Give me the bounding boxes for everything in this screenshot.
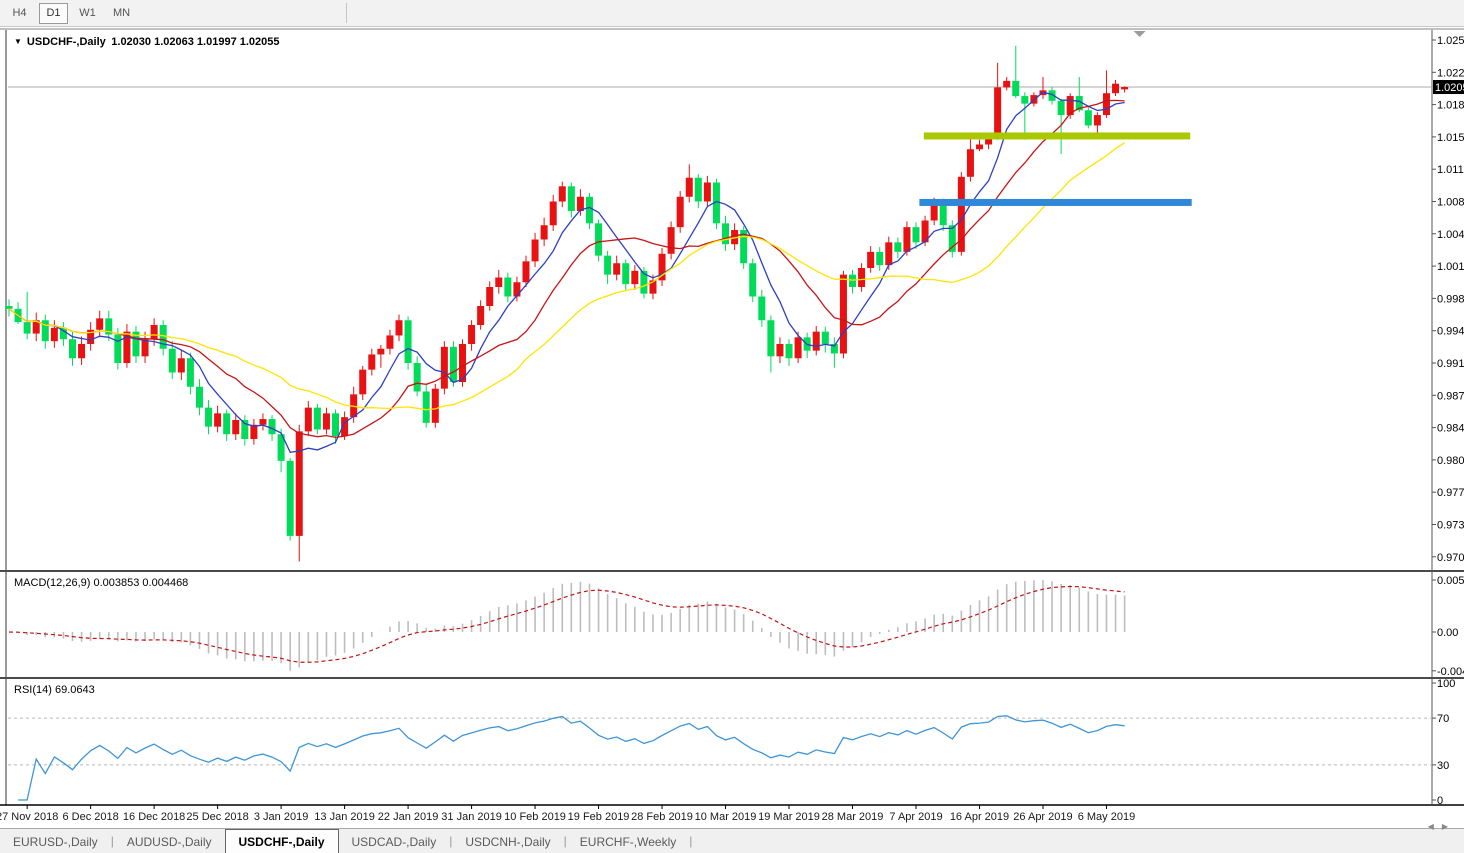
svg-text:1.00490: 1.00490: [1437, 229, 1464, 241]
tab-scroll-right-icon[interactable]: ▶: [1442, 822, 1456, 831]
tab-eurchf-weekly[interactable]: EURCHF-,Weekly: [567, 831, 689, 853]
svg-text:1.01180: 1.01180: [1437, 164, 1464, 176]
svg-text:31 Jan 2019: 31 Jan 2019: [441, 811, 502, 823]
tab-audusd-daily[interactable]: AUDUSD-,Daily: [114, 831, 225, 853]
svg-text:6 Dec 2018: 6 Dec 2018: [62, 811, 118, 823]
svg-text:19 Mar 2019: 19 Mar 2019: [758, 811, 820, 823]
tab-eurusd-daily[interactable]: EURUSD-,Daily: [0, 831, 111, 853]
svg-text:1.02550: 1.02550: [1437, 35, 1464, 47]
quote-low: 1.01997: [196, 36, 237, 48]
svg-text:10 Mar 2019: 10 Mar 2019: [695, 811, 757, 823]
svg-text:13 Jan 2019: 13 Jan 2019: [314, 811, 375, 823]
chart-shift-marker-icon[interactable]: [1133, 31, 1146, 37]
svg-text:-0.004243: -0.004243: [1437, 666, 1464, 678]
tab-usdcad-daily[interactable]: USDCAD-,Daily: [339, 831, 450, 853]
svg-text:100: 100: [1437, 678, 1455, 690]
svg-text:16 Apr 2019: 16 Apr 2019: [950, 811, 1009, 823]
tab-separator: |: [689, 834, 693, 848]
tab-usdcnh-daily[interactable]: USDCNH-,Daily: [452, 831, 563, 853]
mt4-terminal-window: { "toolbar": { "timeframes": [ {"label":…: [0, 0, 1464, 853]
rsi-value: 69.0643: [54, 684, 95, 696]
svg-text:25 Dec 2018: 25 Dec 2018: [186, 811, 248, 823]
svg-text:7 Apr 2019: 7 Apr 2019: [889, 811, 942, 823]
quote-close: 1.02055: [239, 36, 280, 48]
chart-area[interactable]: 1.02550 1.02210 1.01860 1.01520 1.01180 1.008…: [0, 0, 1464, 828]
rsi-indicator-header: RSI(14) 69.0643: [14, 684, 95, 696]
quote-open: 1.02030: [111, 36, 152, 48]
svg-text:16 Dec 2018: 16 Dec 2018: [123, 811, 185, 823]
svg-text:22 Jan 2019: 22 Jan 2019: [378, 811, 439, 823]
svg-text:10 Feb 2019: 10 Feb 2019: [504, 811, 566, 823]
svg-text:0: 0: [1437, 795, 1443, 807]
svg-text:0.97050: 0.97050: [1437, 552, 1464, 564]
svg-text:0.97730: 0.97730: [1437, 487, 1464, 499]
svg-text:0.99110: 0.99110: [1437, 358, 1464, 370]
svg-text:0.99800: 0.99800: [1437, 293, 1464, 305]
svg-text:28 Feb 2019: 28 Feb 2019: [631, 811, 693, 823]
svg-text:0.98420: 0.98420: [1437, 423, 1464, 435]
svg-text:0.98080: 0.98080: [1437, 455, 1464, 467]
svg-text:70: 70: [1437, 713, 1449, 725]
svg-text:0.98770: 0.98770: [1437, 390, 1464, 402]
svg-text:3 Jan 2019: 3 Jan 2019: [254, 811, 308, 823]
symbol-tab-bar: EURUSD-,Daily | AUDUSD-,Daily USDCHF-,Da…: [0, 822, 1464, 853]
svg-text:0.00: 0.00: [1437, 627, 1458, 639]
svg-text:0.00597: 0.00597: [1437, 575, 1464, 587]
macd-values: 0.003853 0.004468: [93, 577, 189, 589]
svg-text:1.01860: 1.01860: [1437, 100, 1464, 112]
svg-text:1.00830: 1.00830: [1437, 197, 1464, 209]
symbol-label: USDCHF-,Daily: [26, 36, 106, 48]
svg-text:1.02055: 1.02055: [1435, 82, 1464, 94]
svg-text:0.99450: 0.99450: [1437, 326, 1464, 338]
svg-text:1.01520: 1.01520: [1437, 132, 1464, 144]
svg-text:26 Apr 2019: 26 Apr 2019: [1013, 811, 1072, 823]
chart-symbol-header: ▼ USDCHF-,Daily 1.02030 1.02063 1.01997 1…: [14, 36, 280, 48]
svg-text:19 Feb 2019: 19 Feb 2019: [568, 811, 630, 823]
tab-scroll-left-icon[interactable]: ◀: [1428, 822, 1442, 831]
svg-text:1.02210: 1.02210: [1437, 67, 1464, 79]
svg-text:27 Nov 2018: 27 Nov 2018: [0, 811, 58, 823]
symbol-dropdown-icon[interactable]: ▼: [14, 37, 22, 46]
svg-text:1.00140: 1.00140: [1437, 261, 1464, 273]
svg-text:28 Mar 2019: 28 Mar 2019: [822, 811, 884, 823]
svg-text:30: 30: [1437, 760, 1449, 772]
macd-indicator-header: MACD(12,26,9) 0.003853 0.004468: [14, 577, 189, 589]
quote-high: 1.02063: [154, 36, 194, 48]
svg-text:0.97390: 0.97390: [1437, 520, 1464, 532]
tab-usdchf-daily[interactable]: USDCHF-,Daily: [224, 829, 339, 853]
svg-text:6 May 2019: 6 May 2019: [1078, 811, 1135, 823]
